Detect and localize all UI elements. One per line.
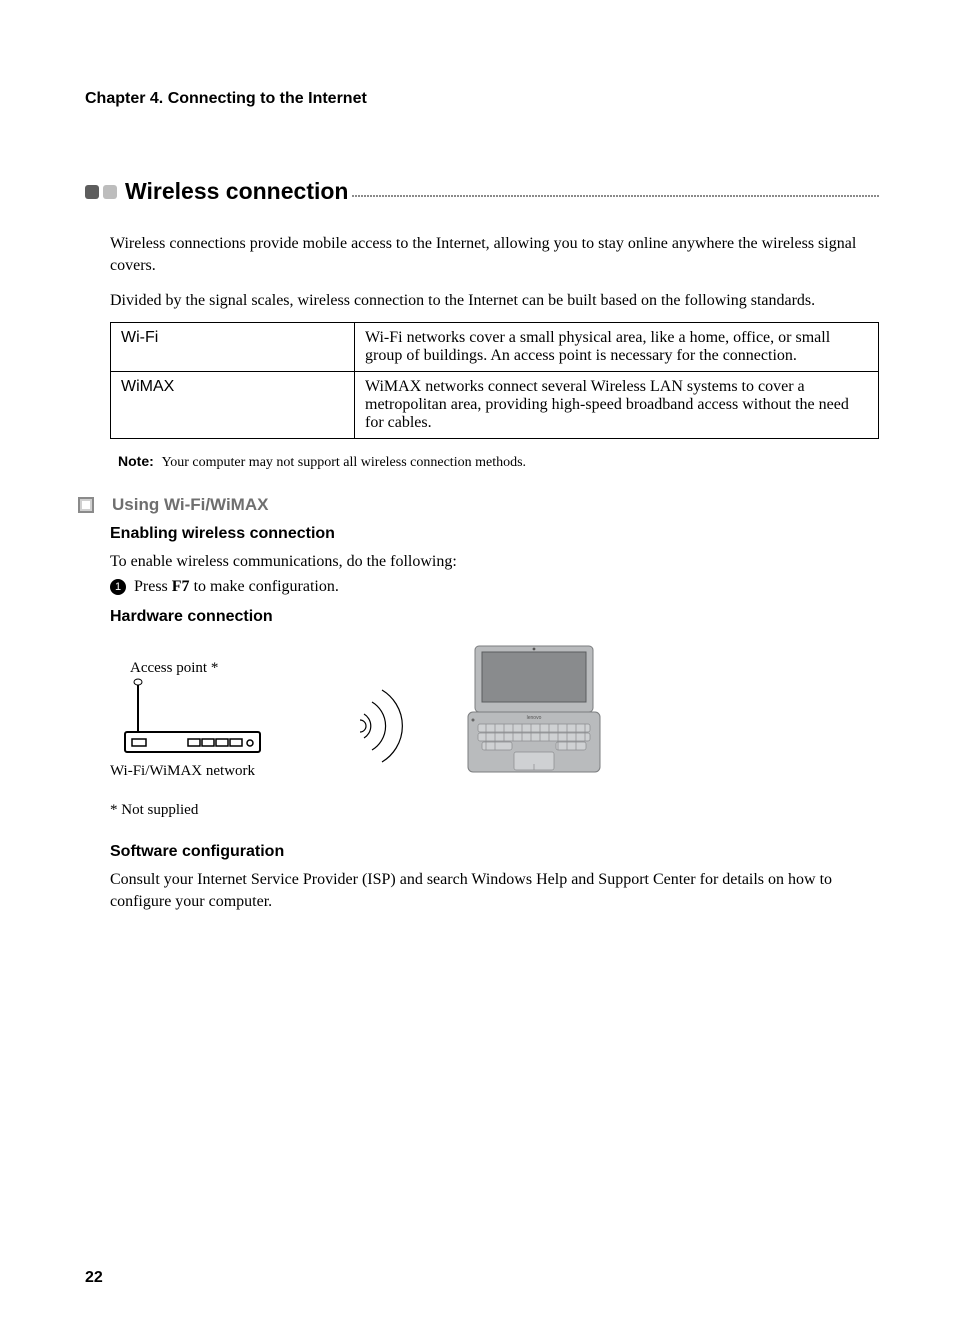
enable-text: To enable wireless communications, do th… [110, 551, 879, 573]
hardware-diagram: Access point * Wi-Fi/WiMAX network [110, 640, 879, 780]
chapter-heading: Chapter 4. Connecting to the Internet [85, 90, 879, 108]
access-point-label: Access point * [130, 660, 300, 677]
step-number-badge: 1 [110, 579, 126, 595]
square-bullet-icon [78, 497, 94, 513]
step-1-text: Press F7 to make configuration. [134, 578, 339, 596]
standards-table: Wi-Fi Wi-Fi networks cover a small physi… [110, 322, 879, 439]
note-text: Your computer may not support all wirele… [162, 455, 526, 470]
step-1: 1 Press F7 to make configuration. [110, 578, 879, 596]
section-heading-row: Wireless connection [85, 178, 879, 205]
note-label: Note: [118, 453, 154, 469]
hardware-heading: Hardware connection [110, 608, 879, 626]
not-supplied-note: * Not supplied [110, 802, 879, 819]
svg-text:lenovo: lenovo [527, 715, 542, 721]
table-row: WiMAX WiMAX networks connect several Wir… [111, 371, 879, 438]
intro-paragraph-1: Wireless connections provide mobile acce… [110, 233, 879, 276]
enable-heading: Enabling wireless connection [110, 525, 879, 543]
page-number: 22 [85, 1269, 103, 1287]
table-cell-desc: WiMAX networks connect several Wireless … [355, 371, 879, 438]
software-text: Consult your Internet Service Provider (… [110, 869, 879, 912]
intro-paragraph-2: Divided by the signal scales, wireless c… [110, 290, 879, 312]
table-cell-name: WiMAX [111, 371, 355, 438]
wireless-signal-icon [340, 680, 420, 780]
note-line: Note: Your computer may not support all … [118, 453, 879, 471]
table-cell-desc: Wi-Fi networks cover a small physical ar… [355, 322, 879, 371]
subsection-row: Using Wi-Fi/WiMAX [110, 495, 879, 515]
table-cell-name: Wi-Fi [111, 322, 355, 371]
router-icon [110, 677, 300, 762]
section-rule [352, 195, 879, 197]
section-title: Wireless connection [125, 178, 348, 205]
subsection-title: Using Wi-Fi/WiMAX [112, 495, 268, 515]
laptop-icon: lenovo [460, 640, 610, 780]
network-label: Wi-Fi/WiMAX network [110, 763, 300, 780]
section-bullet-icon [85, 185, 117, 199]
software-heading: Software configuration [110, 843, 879, 861]
table-row: Wi-Fi Wi-Fi networks cover a small physi… [111, 322, 879, 371]
